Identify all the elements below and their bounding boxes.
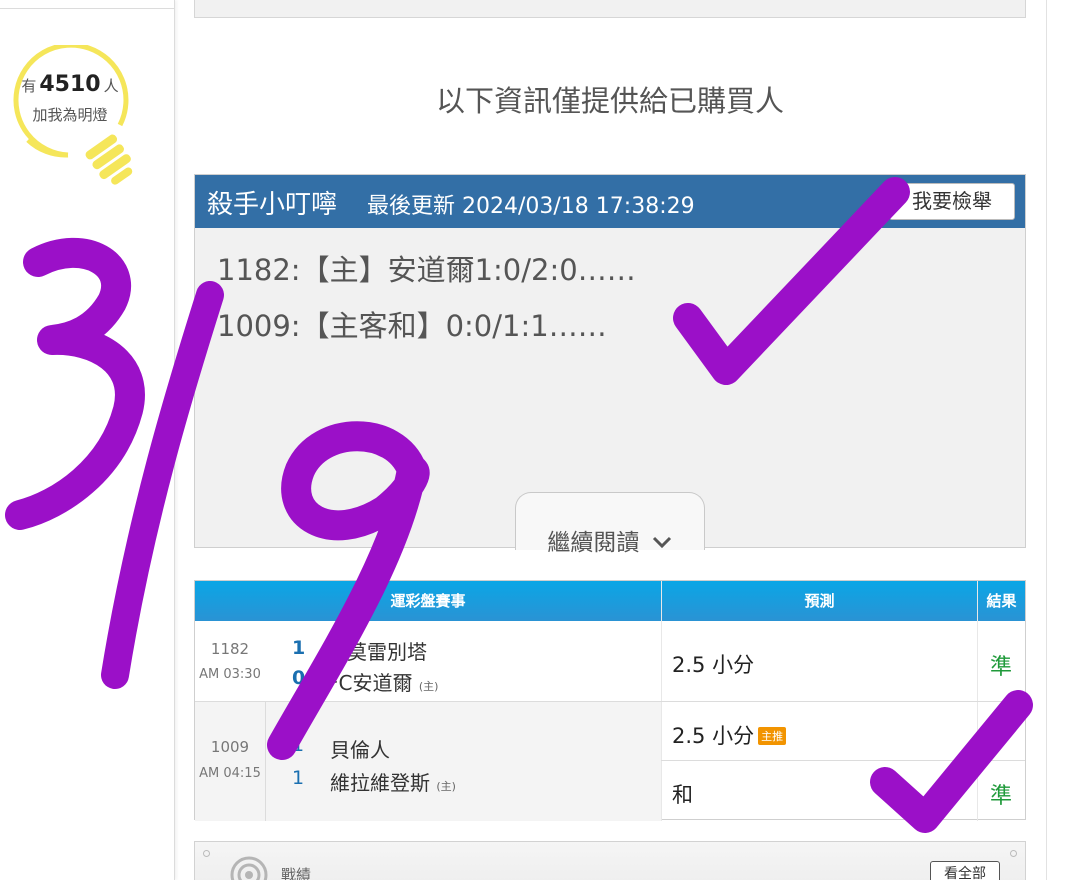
header-result: 結果 (986, 592, 1017, 610)
page: 有 4510 人 加我為明燈 以下資訊僅提供給已購買人 殺手小叮嚀 最後更新 202… (0, 0, 1080, 880)
game-number: 1182 (210, 640, 250, 658)
record-label: 戰績 (281, 866, 312, 880)
fans-count: 4510 (39, 72, 101, 97)
panel-header: 殺手小叮嚀 最後更新 2024/03/18 17:38:29 我要檢舉 (195, 175, 1025, 228)
record-icon (230, 856, 268, 880)
home-team[interactable]: 維拉維登斯 (主) (330, 767, 456, 796)
result-text: 準 (990, 655, 1013, 680)
chevron-down-icon (652, 536, 671, 549)
away-team[interactable]: 貝倫人 (330, 734, 390, 763)
away-score: 1 (292, 734, 305, 756)
game-time: AM 03:30 (199, 667, 261, 682)
home-score: 1 (292, 767, 305, 789)
corner-dot (1010, 850, 1017, 857)
corner-dot (203, 850, 210, 857)
row-divider (195, 701, 1025, 702)
results-table: 運彩盤賽事 預測 結果 1182 AM 03:30 1 列莫雷別塔 0 FC安道… (194, 580, 1026, 821)
follow-link[interactable]: 加我為明燈 (0, 104, 140, 125)
home-team-name: FC安道爾 (327, 671, 413, 695)
report-button[interactable]: 我要檢舉 (889, 183, 1015, 220)
game-time: AM 04:15 (199, 766, 261, 781)
result-text: 準 (990, 784, 1013, 809)
home-team-name: 維拉維登斯 (330, 771, 430, 795)
prediction-label: 2.5 小分 (672, 724, 755, 748)
sidebar-divider (0, 8, 175, 9)
fans-count-line: 有 4510 人 (0, 72, 140, 97)
game-number: 1009 (210, 738, 250, 756)
fans-suffix: 人 (103, 77, 119, 95)
record-section: 戰績 看全部 (194, 841, 1026, 880)
top-pick-badge: 主推 (758, 727, 787, 745)
last-updated: 最後更新 2024/03/18 17:38:29 (367, 194, 695, 219)
prediction-text: 2.5 小分 (672, 653, 755, 677)
view-all-button[interactable]: 看全部 (930, 861, 1000, 880)
prediction-text: 和 (672, 783, 693, 807)
home-team[interactable]: FC安道爾 (主) (327, 667, 438, 696)
row-divider (661, 760, 1025, 761)
left-sidebar: 有 4510 人 加我為明燈 (0, 0, 175, 880)
fans-prefix: 有 (21, 77, 37, 95)
pick-line: 1009:【主客和】0:0/1:1…… (217, 309, 607, 343)
table-header: 運彩盤賽事 預測 結果 (195, 581, 1025, 621)
read-more-label: 繼續閱讀 (547, 530, 640, 556)
home-score: 0 (292, 667, 306, 689)
column-divider (265, 701, 266, 821)
away-team[interactable]: 列莫雷別塔 (327, 636, 427, 665)
buyers-only-notice: 以下資訊僅提供給已購買人 (435, 84, 784, 118)
home-tag: (主) (436, 780, 456, 793)
right-gutter (1046, 0, 1080, 880)
prediction-text: 2.5 小分 主推 (672, 720, 787, 750)
read-more-button[interactable]: 繼續閱讀 (515, 492, 705, 556)
away-score: 1 (292, 637, 306, 659)
pick-line: 1182:【主】安道爾1:0/2:0…… (217, 253, 636, 287)
previous-section-box (194, 0, 1026, 18)
author-name[interactable]: 殺手小叮嚀 (207, 184, 337, 221)
author-panel: 殺手小叮嚀 最後更新 2024/03/18 17:38:29 我要檢舉 1182… (194, 174, 1026, 556)
header-match: 運彩盤賽事 (390, 592, 466, 610)
header-prediction: 預測 (804, 592, 835, 610)
home-tag: (主) (418, 680, 439, 693)
